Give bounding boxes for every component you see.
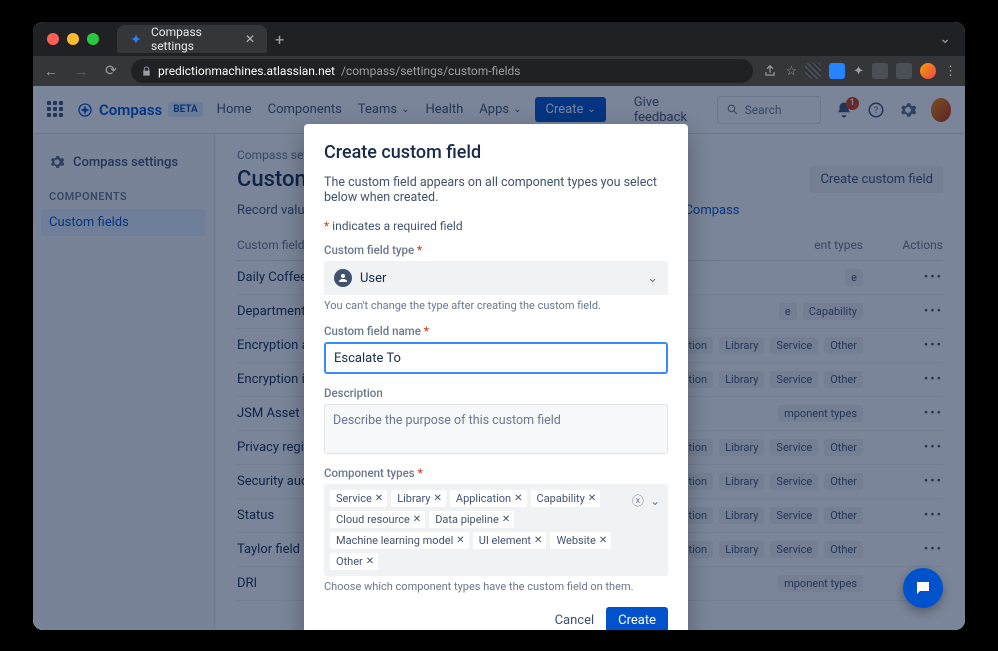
description-label: Description: [324, 386, 668, 400]
component-types-hint: Choose which component types have the cu…: [324, 580, 668, 593]
atlassian-extension-icon[interactable]: [829, 63, 845, 79]
chevron-down-icon[interactable]: ⌄: [939, 31, 957, 47]
remove-tag-icon[interactable]: ✕: [434, 493, 442, 504]
browser-tab[interactable]: Compass settings ✕: [117, 25, 267, 53]
remove-tag-icon[interactable]: ✕: [375, 493, 383, 504]
profile-avatar-icon[interactable]: [920, 63, 936, 79]
window-controls: [47, 33, 99, 45]
selected-type-tag: Other✕: [330, 553, 378, 570]
create-custom-field-dialog: Create custom field The custom field app…: [304, 124, 688, 630]
field-type-select[interactable]: User ⌄: [324, 261, 668, 295]
cancel-button[interactable]: Cancel: [555, 613, 595, 628]
remove-tag-icon[interactable]: ✕: [456, 535, 464, 546]
create-submit-button[interactable]: Create: [606, 607, 668, 630]
dialog-title: Create custom field: [324, 142, 668, 163]
titlebar: Compass settings ✕ + ⌄: [33, 22, 965, 56]
chevron-down-icon[interactable]: ⌄: [650, 494, 660, 508]
field-type-hint: You can't change the type after creating…: [324, 299, 668, 312]
help-fab[interactable]: [903, 568, 943, 608]
share-icon[interactable]: [763, 64, 777, 78]
toolbar-right: ☆ ✦ ⋮: [763, 63, 957, 79]
remove-tag-icon[interactable]: ✕: [413, 514, 421, 525]
chevron-down-icon: ⌄: [647, 271, 658, 286]
browser-window: Compass settings ✕ + ⌄ ← → ⟳ predictionm…: [33, 22, 965, 630]
tab-title: Compass settings: [151, 25, 237, 53]
kebab-menu-icon[interactable]: ⋮: [944, 64, 957, 79]
extension-icon[interactable]: [805, 63, 821, 79]
forward-icon[interactable]: →: [71, 63, 91, 80]
new-tab-button[interactable]: +: [275, 30, 284, 49]
maximize-window-button[interactable]: [87, 33, 99, 45]
minimize-window-button[interactable]: [67, 33, 79, 45]
selected-type-tag: Website✕: [550, 532, 611, 549]
extension-icon-3[interactable]: [896, 63, 912, 79]
extensions-icon[interactable]: ✦: [853, 64, 864, 79]
remove-tag-icon[interactable]: ✕: [588, 493, 596, 504]
close-window-button[interactable]: [47, 33, 59, 45]
remove-tag-icon[interactable]: ✕: [514, 493, 522, 504]
back-icon[interactable]: ←: [41, 63, 61, 80]
component-types-label: Component types *: [324, 466, 668, 480]
extension-icon-2[interactable]: [872, 63, 888, 79]
field-type-label: Custom field type *: [324, 243, 668, 257]
remove-tag-icon[interactable]: ✕: [599, 535, 607, 546]
field-name-label: Custom field name *: [324, 324, 668, 338]
address-bar: ← → ⟳ predictionmachines.atlassian.net/c…: [33, 56, 965, 86]
favicon-icon: [129, 32, 143, 46]
user-icon: [334, 269, 352, 287]
selected-type-tag: Service✕: [330, 490, 387, 507]
component-types-multiselect[interactable]: Service✕Library✕Application✕Capability✕ C…: [324, 484, 668, 576]
close-tab-icon[interactable]: ✕: [245, 32, 255, 46]
url-path: /compass/settings/custom-fields: [341, 64, 521, 78]
selected-type-tag: UI element✕: [473, 532, 547, 549]
field-type-value: User: [360, 271, 386, 286]
selected-type-tag: Capability✕: [531, 490, 601, 507]
selected-type-tag: Application✕: [450, 490, 527, 507]
selected-type-tag: Cloud resource✕: [330, 511, 425, 528]
selected-type-tag: Data pipeline✕: [429, 511, 514, 528]
description-textarea[interactable]: Describe the purpose of this custom fiel…: [324, 404, 668, 454]
dialog-subtitle: The custom field appears on all componen…: [324, 175, 668, 205]
url-host: predictionmachines.atlassian.net: [158, 64, 335, 78]
lock-icon: [141, 66, 152, 77]
url-input[interactable]: predictionmachines.atlassian.net/compass…: [131, 59, 753, 83]
selected-type-tag: Library✕: [391, 490, 446, 507]
required-note: * indicates a required field: [324, 219, 668, 233]
app-viewport: Compass BETA Home Components Teams ⌄ Hea…: [33, 86, 965, 630]
remove-tag-icon[interactable]: ✕: [534, 535, 542, 546]
selected-type-tag: Machine learning model✕: [330, 532, 469, 549]
reload-icon[interactable]: ⟳: [101, 63, 121, 79]
star-icon[interactable]: ☆: [785, 64, 797, 79]
clear-all-icon[interactable]: ⓧ: [632, 492, 644, 509]
remove-tag-icon[interactable]: ✕: [366, 556, 374, 567]
remove-tag-icon[interactable]: ✕: [502, 514, 510, 525]
field-name-input[interactable]: [324, 342, 668, 374]
